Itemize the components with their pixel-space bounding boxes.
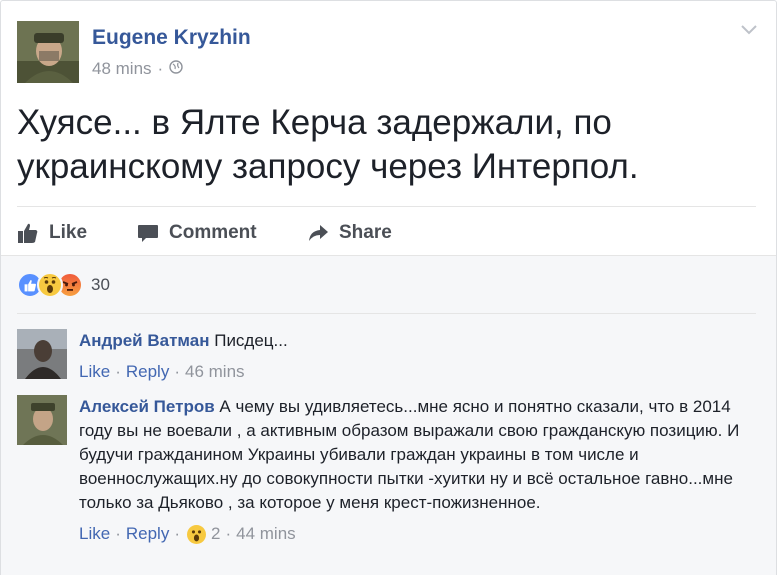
comment-button[interactable]: Comment — [137, 222, 307, 244]
globe-icon — [169, 59, 183, 79]
reactions-summary[interactable]: 30 — [17, 272, 110, 298]
share-button[interactable]: Share — [307, 222, 392, 244]
commenter-avatar[interactable] — [17, 395, 67, 445]
comment-meta: Like · Reply · 46 mins — [79, 360, 756, 384]
comment-item: Алексей Петров А чему вы удивляетесь...м… — [17, 395, 756, 575]
comment-time[interactable]: 44 mins — [236, 522, 296, 546]
comment-like-link[interactable]: Like — [79, 522, 110, 546]
post-text: Хуясе... в Ялте Керча задержали, по укра… — [17, 103, 639, 186]
comment-icon — [138, 225, 158, 242]
post-meta: 48 mins · — [92, 59, 183, 79]
commenter-avatar[interactable] — [17, 329, 67, 379]
wow-reaction-icon — [37, 272, 63, 298]
like-label: Like — [49, 222, 88, 243]
share-label: Share — [339, 222, 392, 243]
meta-separator: · — [115, 524, 121, 543]
comment-like-link[interactable]: Like — [79, 360, 110, 384]
author-avatar[interactable] — [17, 21, 79, 83]
reaction-count[interactable]: 30 — [91, 275, 110, 295]
meta-separator: · — [115, 362, 121, 381]
meta-separator: · — [225, 524, 232, 543]
comment-meta: Like · Reply · 2 · 44 mins — [79, 522, 756, 546]
comment-text: Писдец... — [214, 331, 288, 350]
share-arrow-icon — [309, 225, 328, 241]
comment-body: Алексей Петров А чему вы удивляетесь...м… — [79, 395, 756, 546]
comment-body: Андрей Ватман Писдец... Like · Reply · 4… — [79, 329, 756, 384]
commenter-name[interactable]: Андрей Ватман — [79, 331, 209, 350]
comment-item: Андрей Ватман Писдец... Like · Reply · 4… — [17, 329, 756, 389]
meta-separator: · — [157, 59, 164, 78]
commenter-name[interactable]: Алексей Петров — [79, 397, 215, 416]
thumbs-up-icon — [18, 223, 38, 243]
meta-separator: · — [174, 524, 180, 543]
meta-separator: · — [174, 362, 180, 381]
post-actions: Like Comment Share — [17, 219, 392, 247]
post-card: Eugene Kryzhin 48 mins · Хуясе... в Ялте… — [0, 0, 777, 575]
wow-reaction-icon — [187, 524, 206, 544]
comment-time[interactable]: 46 mins — [185, 360, 245, 384]
divider — [17, 313, 756, 314]
like-button[interactable]: Like — [17, 222, 137, 244]
divider — [17, 206, 756, 207]
chevron-down-icon[interactable] — [740, 23, 758, 41]
comment-reaction-count[interactable]: 2 — [211, 522, 220, 546]
comment-label: Comment — [169, 222, 257, 243]
post-time[interactable]: 48 mins — [92, 59, 152, 79]
comment-reply-link[interactable]: Reply — [126, 522, 169, 546]
comment-reply-link[interactable]: Reply — [126, 360, 169, 384]
post-author[interactable]: Eugene Kryzhin — [92, 26, 251, 50]
